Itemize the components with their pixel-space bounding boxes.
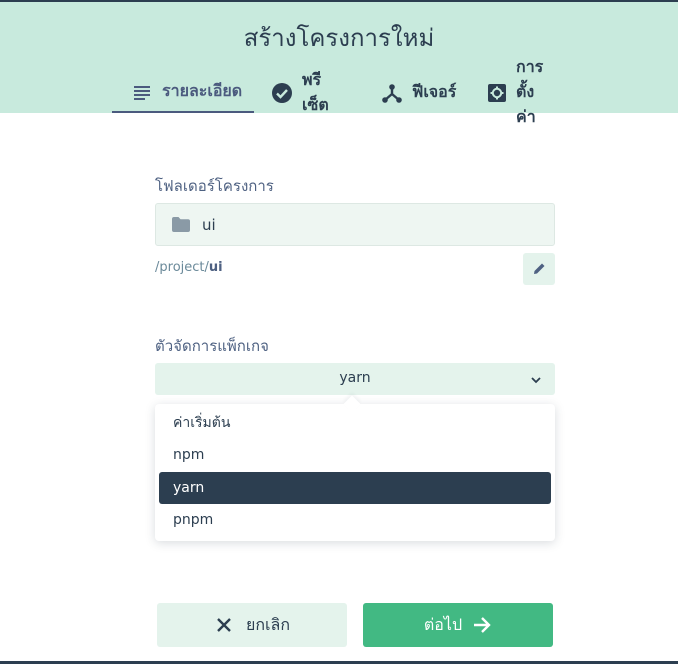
edit-folder-button[interactable] [523,253,555,285]
package-manager-label: ตัวจัดการแพ็กเกจ [155,337,269,355]
package-manager-dropdown: ค่าเริ่มต้น npm yarn pnpm [155,395,555,541]
tab-features-label: ฟีเจอร์ [412,82,457,101]
tab-features[interactable]: ฟีเจอร์ [381,72,456,113]
cancel-button[interactable]: ยกเลิก [157,603,347,647]
option-npm[interactable]: npm [159,439,551,471]
page-title: สร้างโครงการใหม่ [243,24,435,52]
tab-presets[interactable]: พรีเซ็ต [271,70,329,114]
option-pnpm[interactable]: pnpm [159,504,551,536]
merge-icon [381,82,403,104]
check-circle-icon [271,82,293,104]
arrow-right-icon [472,615,492,635]
folder-label: โฟลเดอร์โครงการ [155,177,274,195]
package-manager-value: yarn [339,370,371,386]
tab-presets-label: พรีเซ็ต [302,69,329,114]
tab-settings-label: การตั้งค่า [516,57,544,126]
tab-details-label: รายละเอียด [162,81,243,100]
folder-value: ui [202,215,216,234]
option-default[interactable]: ค่าเริ่มต้น [159,407,551,439]
next-label: ต่อไป [423,614,463,634]
option-yarn[interactable]: yarn [159,472,551,504]
next-button[interactable]: ต่อไป [363,603,553,647]
folder-path-name: ui [208,260,223,275]
folder-icon [172,216,192,233]
folder-path: /project/ui [155,260,223,275]
settings-icon [487,82,507,104]
tab-details[interactable]: รายละเอียด [112,72,254,113]
cancel-label: ยกเลิก [245,614,291,634]
pencil-icon [533,260,546,279]
chevron-down-icon [529,372,543,386]
folder-path-prefix: /project/ [155,260,209,275]
details-icon [131,81,153,103]
header: สร้างโครงการใหม่ รายละเอียด พรีเซ็ต ฟีเจ… [0,2,678,126]
close-icon [214,615,234,635]
package-manager-select[interactable]: yarn [155,363,555,395]
tab-settings[interactable]: การตั้งค่า [487,57,545,126]
folder-input[interactable]: ui [155,203,555,246]
